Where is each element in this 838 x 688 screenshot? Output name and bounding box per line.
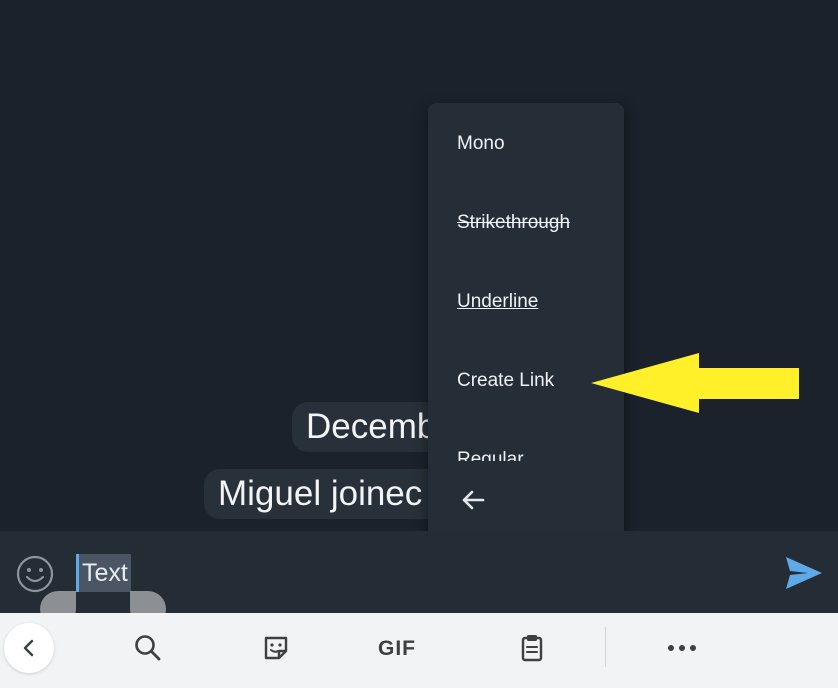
emoji-button[interactable]	[15, 554, 55, 594]
service-message-text: Miguel joinec	[218, 474, 423, 513]
keyboard-collapse-button[interactable]	[4, 623, 54, 673]
formatting-context-menu: Mono Strikethrough Underline Create Link…	[428, 103, 624, 540]
keyboard-gif-button[interactable]: GIF	[378, 634, 416, 664]
more-horizontal-icon	[668, 645, 696, 651]
yellow-pointer-arrow	[591, 353, 799, 413]
chevron-left-icon	[23, 639, 34, 657]
menu-item-mono[interactable]: Mono	[457, 131, 505, 157]
arrow-left-icon	[462, 490, 485, 510]
send-icon	[786, 557, 822, 589]
clipboard-icon	[521, 635, 543, 662]
menu-item-regular[interactable]: Regular	[457, 447, 524, 461]
message-input-selection[interactable]: Text	[76, 554, 131, 592]
menu-item-create-link[interactable]: Create Link	[457, 368, 554, 394]
keyboard-more-button[interactable]	[660, 628, 704, 668]
search-icon	[135, 635, 161, 661]
gif-label: GIF	[378, 637, 416, 660]
menu-back-button[interactable]	[458, 485, 488, 515]
menu-item-underline[interactable]: Underline	[457, 289, 538, 315]
keyboard-toolbar-divider	[605, 627, 606, 667]
date-separator: Decemb	[292, 402, 451, 452]
keyboard-clipboard-button[interactable]	[512, 628, 552, 668]
sticker-icon	[264, 636, 288, 660]
smiley-icon	[16, 555, 54, 593]
keyboard-search-button[interactable]	[128, 628, 168, 668]
menu-item-strikethrough[interactable]: Strikethrough	[457, 210, 570, 236]
keyboard-suggestion-bar	[0, 613, 838, 688]
keyboard-sticker-button[interactable]	[256, 628, 296, 668]
date-separator-text: Decemb	[306, 407, 437, 446]
send-button[interactable]	[782, 553, 824, 593]
